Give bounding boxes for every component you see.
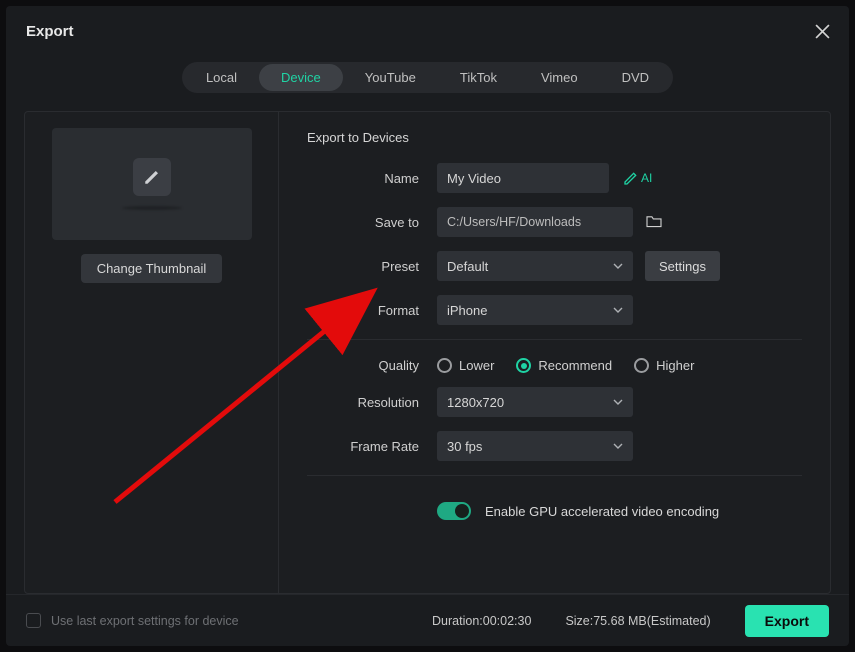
chevron-down-icon [613, 439, 623, 454]
form-divider [307, 339, 802, 340]
row-preset: Preset Default Settings [307, 251, 802, 281]
resolution-value: 1280x720 [447, 395, 504, 410]
export-dialog: Export Local Device YouTube TikTok Vimeo… [6, 6, 849, 646]
gpu-label: Enable GPU accelerated video encoding [485, 504, 719, 519]
saveto-path[interactable]: C:/Users/HF/Downloads [437, 207, 633, 237]
radio-icon [516, 358, 531, 373]
framerate-select[interactable]: 30 fps [437, 431, 633, 461]
preset-select[interactable]: Default [437, 251, 633, 281]
dialog-body: Change Thumbnail Export to Devices Name … [24, 111, 831, 594]
pencil-icon [133, 158, 171, 196]
row-framerate: Frame Rate 30 fps [307, 431, 802, 461]
dialog-title: Export [26, 23, 74, 40]
tab-tiktok[interactable]: TikTok [438, 64, 519, 91]
ai-name-button[interactable]: AI [623, 170, 652, 186]
resolution-select[interactable]: 1280x720 [437, 387, 633, 417]
form-divider [307, 475, 802, 476]
duration-display: Duration:00:02:30 [432, 614, 531, 628]
browse-folder-button[interactable] [645, 214, 663, 231]
quality-lower-radio[interactable]: Lower [437, 358, 494, 373]
row-resolution: Resolution 1280x720 [307, 387, 802, 417]
thumbnail-panel: Change Thumbnail [25, 112, 279, 593]
tab-vimeo[interactable]: Vimeo [519, 64, 600, 91]
uselast-checkbox[interactable] [26, 613, 41, 628]
tab-local[interactable]: Local [184, 64, 259, 91]
radio-icon [437, 358, 452, 373]
format-value: iPhone [447, 303, 487, 318]
chevron-down-icon [613, 259, 623, 274]
quality-higher-label: Higher [656, 358, 694, 373]
radio-icon [634, 358, 649, 373]
quality-label: Quality [307, 358, 437, 373]
change-thumbnail-button[interactable]: Change Thumbnail [81, 254, 223, 283]
tab-device[interactable]: Device [259, 64, 343, 91]
quality-higher-radio[interactable]: Higher [634, 358, 694, 373]
quality-recommend-radio[interactable]: Recommend [516, 358, 612, 373]
tab-youtube[interactable]: YouTube [343, 64, 438, 91]
framerate-label: Frame Rate [307, 439, 437, 454]
row-name: Name AI [307, 163, 802, 193]
quality-lower-label: Lower [459, 358, 494, 373]
dialog-header: Export [6, 6, 849, 48]
folder-icon [645, 214, 663, 228]
export-tabs: Local Device YouTube TikTok Vimeo DVD [6, 62, 849, 93]
format-label: Format [307, 303, 437, 318]
preset-settings-button[interactable]: Settings [645, 251, 720, 281]
quality-radios: Lower Recommend Higher [437, 358, 694, 373]
section-title: Export to Devices [307, 130, 802, 145]
preset-label: Preset [307, 259, 437, 274]
export-tabs-inner: Local Device YouTube TikTok Vimeo DVD [182, 62, 673, 93]
resolution-label: Resolution [307, 395, 437, 410]
pen-ai-icon [623, 170, 639, 186]
dialog-footer: Use last export settings for device Dura… [6, 594, 849, 646]
gpu-toggle[interactable] [437, 502, 471, 520]
form-panel: Export to Devices Name AI Save to C:/Use… [279, 112, 830, 593]
size-display: Size:75.68 MB(Estimated) [565, 614, 710, 628]
close-icon [815, 24, 830, 39]
name-input[interactable] [437, 163, 609, 193]
row-quality: Quality Lower Recommend Higher [307, 358, 802, 373]
tab-dvd[interactable]: DVD [600, 64, 671, 91]
name-label: Name [307, 171, 437, 186]
chevron-down-icon [613, 303, 623, 318]
row-saveto: Save to C:/Users/HF/Downloads [307, 207, 802, 237]
row-gpu: Enable GPU accelerated video encoding [437, 502, 802, 520]
export-button[interactable]: Export [745, 605, 829, 637]
format-select[interactable]: iPhone [437, 295, 633, 325]
quality-recommend-label: Recommend [538, 358, 612, 373]
close-button[interactable] [809, 18, 835, 44]
row-format: Format iPhone [307, 295, 802, 325]
saveto-label: Save to [307, 215, 437, 230]
thumbnail-preview [52, 128, 252, 240]
uselast-label: Use last export settings for device [51, 614, 239, 628]
framerate-value: 30 fps [447, 439, 482, 454]
ai-label: AI [641, 171, 652, 185]
chevron-down-icon [613, 395, 623, 410]
preset-value: Default [447, 259, 488, 274]
thumbnail-shadow [122, 206, 182, 210]
